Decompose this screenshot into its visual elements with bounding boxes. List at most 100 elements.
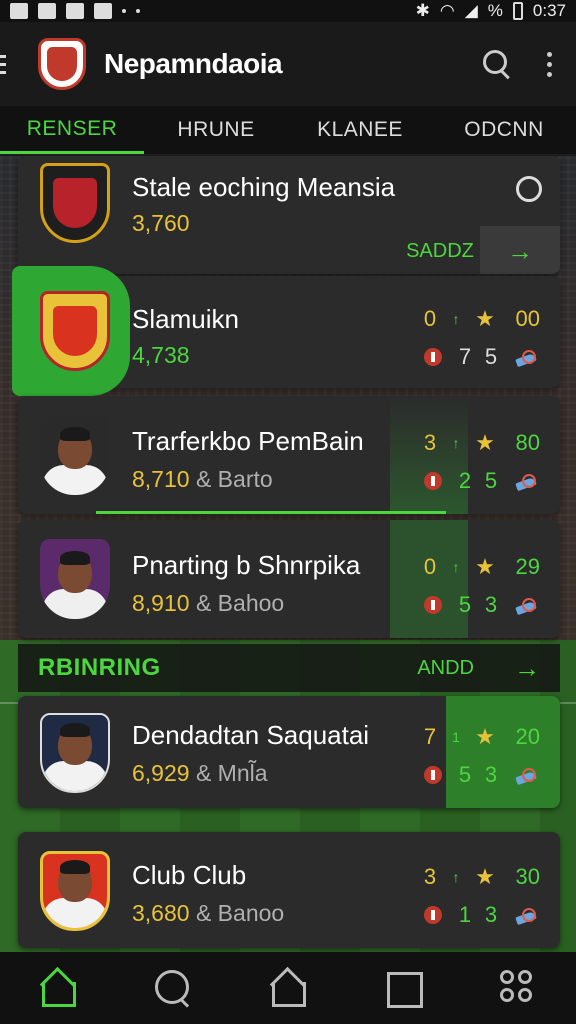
stat-value: 3: [484, 902, 498, 927]
stat-score: 20: [515, 724, 540, 749]
boot-icon: [514, 596, 540, 614]
item-subtitle: 8,910 & Bahoo: [132, 590, 284, 617]
more-options-icon[interactable]: [547, 51, 552, 77]
list-item[interactable]: Pnarting b Shnrpika 8,910 & Bahoo 0 ↑ ★ …: [18, 520, 560, 638]
stat-value: 1: [458, 902, 472, 927]
list-item[interactable]: Dendadtan Saquatai 6,929 & Mnl̃a 7 1 ★ 2…: [18, 696, 560, 808]
item-value: 8,910: [132, 590, 190, 616]
stat-value: 3: [484, 762, 498, 787]
home-icon[interactable]: [268, 968, 308, 1008]
club-crest-icon: [40, 163, 110, 243]
battery-percent: %: [487, 1, 503, 20]
trend-icon: ↑: [452, 435, 460, 451]
home-icon[interactable]: [38, 968, 78, 1008]
card-icon: [424, 596, 442, 614]
trend-icon: ↑: [452, 311, 460, 327]
wifi-icon: ◠: [439, 1, 455, 20]
item-value: 4,738: [132, 342, 190, 368]
signal-icon: ◢: [464, 1, 478, 20]
item-extra: & Banoo: [195, 900, 285, 926]
tab-renser[interactable]: RENSER: [0, 106, 144, 154]
tab-hrune[interactable]: HRUNE: [144, 106, 288, 154]
stat-value: 0: [423, 306, 437, 331]
mail-icon: [10, 3, 28, 19]
stat-value: 7: [458, 344, 472, 369]
section-title: RBINRING: [38, 654, 161, 681]
star-icon: ★: [475, 864, 495, 889]
stats-row: 2 5: [424, 468, 540, 494]
item-subtitle: 3,680 & Banoo: [132, 900, 284, 927]
stat-score: 30: [515, 864, 540, 889]
menu-icon[interactable]: [0, 54, 12, 74]
item-extra: & Mnl̃a: [195, 760, 268, 786]
stat-value: 2: [458, 468, 472, 493]
bottom-navigation: [0, 952, 576, 1024]
search-icon[interactable]: [153, 968, 193, 1008]
stats-row: 3 ↑ ★ 30: [418, 864, 540, 890]
stats-row: 1 3: [424, 902, 540, 928]
player-avatar: [40, 713, 110, 793]
apps-icon[interactable]: [498, 968, 538, 1008]
search-icon[interactable]: [483, 50, 511, 78]
item-subtitle: 6,929 & Mnl̃a: [132, 760, 268, 787]
dot-icon: [122, 9, 126, 13]
arrow-right-icon: →: [480, 226, 560, 274]
club-crest-icon: [40, 291, 110, 371]
boot-icon: [514, 348, 540, 366]
arrow-right-icon[interactable]: →: [514, 653, 560, 684]
status-bar: ✱ ◠ ◢ % 0:37: [0, 0, 576, 22]
tab-odcnn[interactable]: ODCNN: [432, 106, 576, 154]
stat-value: 3: [423, 430, 437, 455]
stat-value: 7: [423, 724, 437, 749]
action-button[interactable]: SADDZ →: [400, 226, 560, 274]
player-avatar: [40, 415, 110, 495]
stat-value: 3: [423, 864, 437, 889]
list-item[interactable]: Club Club 3,680 & Banoo 3 ↑ ★ 30 1 3: [18, 832, 560, 948]
list-item[interactable]: Slamuikn 4,738 0 ↑ ★ 00 7 5: [12, 266, 560, 396]
card-icon: [424, 766, 442, 784]
card-icon: [424, 348, 442, 366]
app-title: Nepamndaoia: [104, 48, 283, 79]
list-item[interactable]: Stale eoching Meansia 3,760 SADDZ →: [18, 156, 560, 274]
stats-row: 3 ↑ ★ 80: [418, 430, 540, 456]
item-extra: & Barto: [195, 466, 273, 492]
section-action-button[interactable]: ANDD: [417, 657, 514, 680]
item-name: Dendadtan Saquatai: [132, 720, 370, 750]
section-header: RBINRING ANDD →: [18, 644, 560, 692]
item-name: Slamuikn: [132, 304, 239, 334]
status-notifications: [10, 3, 140, 19]
stats-row: 7 5: [424, 344, 540, 370]
star-icon: ★: [475, 724, 495, 749]
stat-value: 5: [484, 344, 498, 369]
item-subtitle: 8,710 & Barto: [132, 466, 273, 493]
trend-icon: ↑: [452, 869, 460, 885]
app-bar: Nepamndaoia: [0, 22, 576, 106]
item-name: Club Club: [132, 860, 247, 890]
trend-icon: 1: [452, 729, 460, 745]
item-value: 3,680: [132, 900, 190, 926]
item-value: 8,710: [132, 466, 190, 492]
square-icon[interactable]: [383, 968, 424, 1008]
card-icon: [424, 906, 442, 924]
stat-score: 00: [515, 306, 540, 331]
stat-value: 5: [484, 468, 498, 493]
list-item[interactable]: Trarferkbo PemBain 8,710 & Barto 3 ↑ ★ 8…: [18, 396, 560, 514]
status-system: ✱ ◠ ◢ % 0:37: [416, 1, 566, 21]
signal-app-icon: [38, 3, 56, 19]
player-avatar: [40, 539, 110, 619]
star-icon: ★: [475, 306, 495, 331]
stats-row: 0 ↑ ★ 29: [418, 554, 540, 580]
item-name: Trarferkbo PemBain: [132, 426, 364, 456]
highlight-panel: [446, 696, 560, 808]
stats-row: 7 1 ★ 20: [418, 724, 540, 750]
stat-value: 5: [458, 762, 472, 787]
battery-icon: [512, 2, 523, 20]
item-extra: & Bahoo: [195, 590, 285, 616]
star-icon: ★: [475, 430, 495, 455]
dot-icon: [136, 9, 140, 13]
action-label: SADDZ: [406, 239, 474, 262]
tab-klanee[interactable]: KLANEE: [288, 106, 432, 154]
select-circle-icon[interactable]: [516, 176, 542, 202]
player-avatar: [40, 851, 110, 931]
stats-row: 0 ↑ ★ 00: [418, 306, 540, 332]
